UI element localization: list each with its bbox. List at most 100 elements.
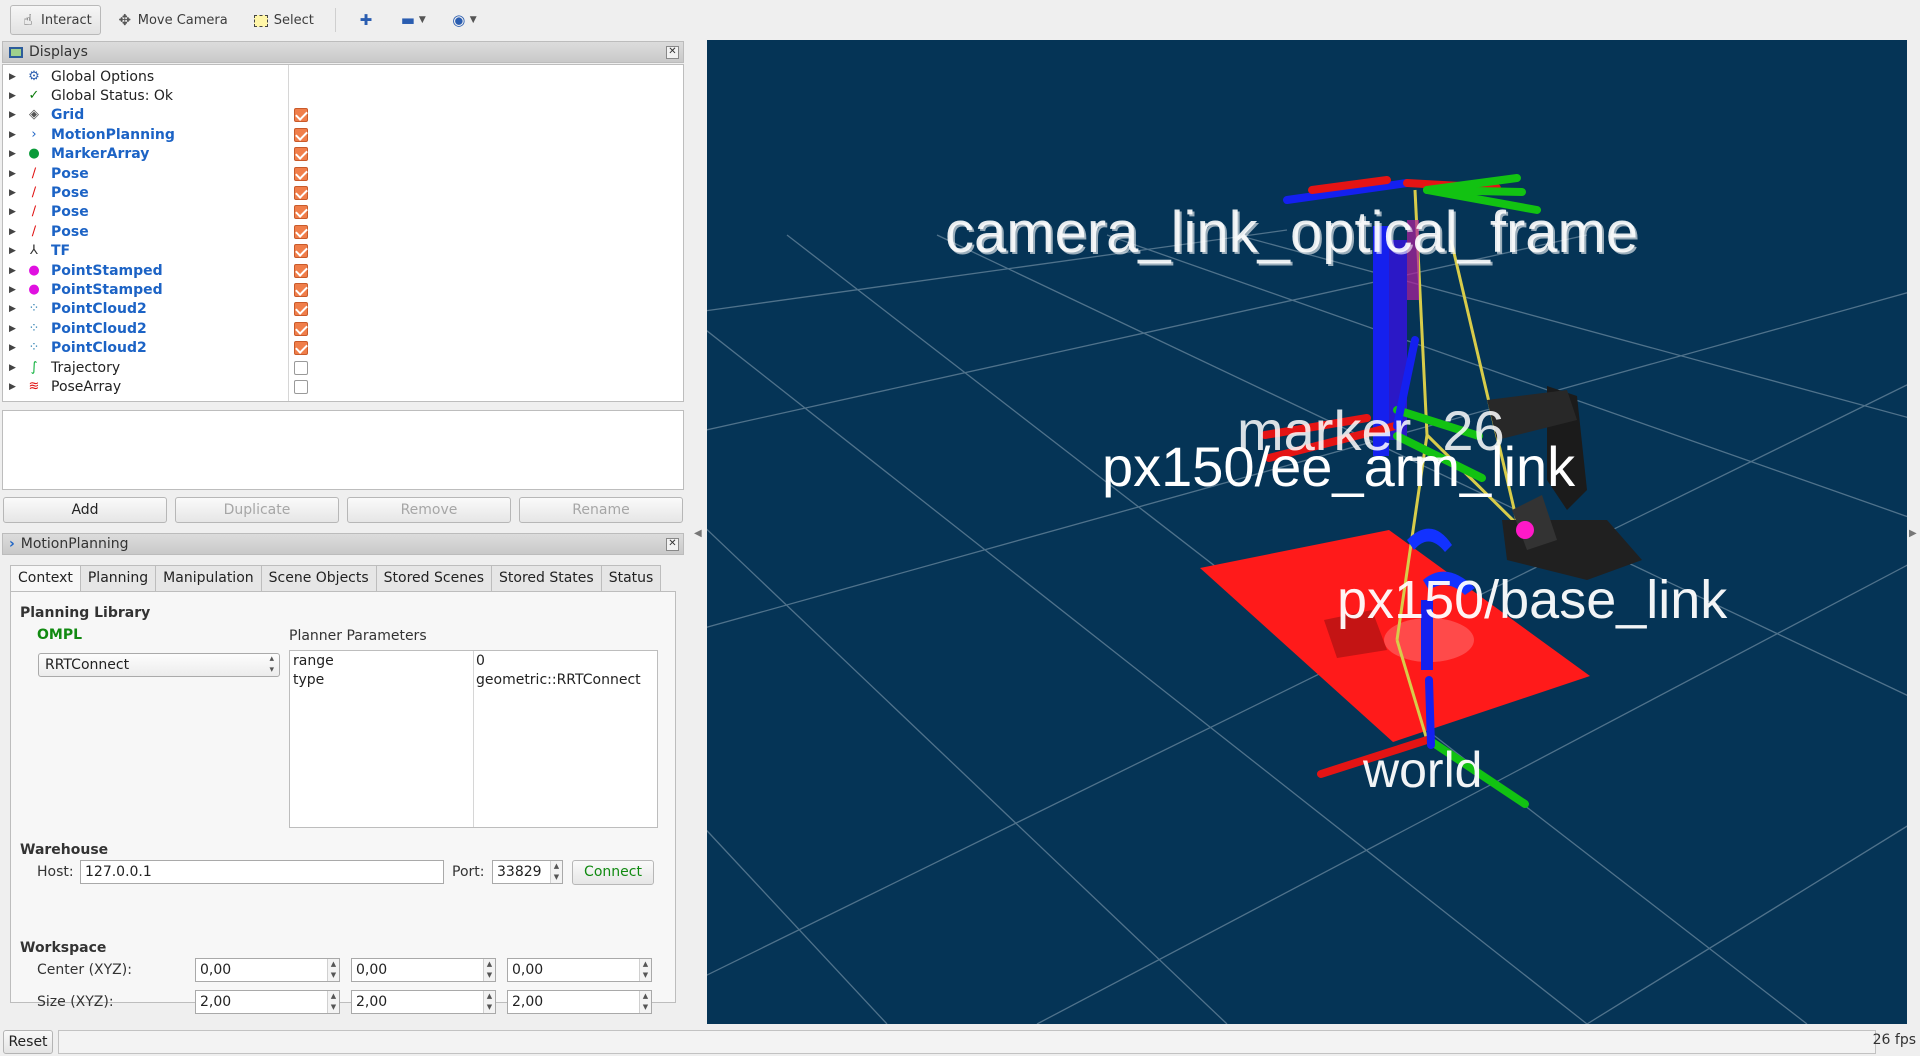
point-stamped-icon: ● <box>28 262 40 278</box>
remove-display-button[interactable]: Remove <box>347 497 511 523</box>
close-icon[interactable]: ✕ <box>666 46 679 59</box>
expand-right-arrow-icon[interactable]: ▶ <box>1909 528 1917 539</box>
size-y-input[interactable]: 2,00 ▲ ▼ <box>351 990 496 1014</box>
spinner-arrows-icon[interactable]: ▲ ▼ <box>639 959 651 981</box>
display-enabled-checkbox[interactable] <box>294 127 308 142</box>
camera-type-button[interactable]: ◉ ▼ <box>441 5 486 35</box>
param-value[interactable]: 0 <box>476 653 485 669</box>
display-enabled-checkbox[interactable] <box>294 185 308 200</box>
expand-arrow-icon[interactable]: ▶ <box>9 207 21 217</box>
expand-arrow-icon[interactable]: ▶ <box>9 149 21 159</box>
expand-arrow-icon[interactable]: ▶ <box>9 246 21 256</box>
expand-arrow-icon[interactable]: ▶ <box>9 285 21 295</box>
display-item-tf[interactable]: ▶ ⅄ TF <box>3 242 683 261</box>
center-y-input[interactable]: 0,00 ▲ ▼ <box>351 958 496 982</box>
display-enabled-checkbox[interactable] <box>294 166 308 181</box>
render-viewport[interactable]: camera_link_optical_frame camera_link_op… <box>707 40 1907 1024</box>
tab-stored-scenes[interactable]: Stored Scenes <box>375 565 492 591</box>
display-item-markerarray[interactable]: ▶ ● MarkerArray <box>3 145 683 164</box>
display-item-pointstamped[interactable]: ▶ ● PointStamped <box>3 261 683 280</box>
display-item-global-status-ok[interactable]: ▶ ✓ Global Status: Ok <box>3 86 683 105</box>
display-item-pose[interactable]: ▶ ∕ Pose <box>3 164 683 183</box>
display-item-global-options[interactable]: ▶ ⚙ Global Options <box>3 67 683 86</box>
tab-stored-states[interactable]: Stored States <box>491 565 602 591</box>
scene-3d[interactable]: camera_link_optical_frame camera_link_op… <box>707 40 1907 1024</box>
display-enabled-checkbox[interactable] <box>294 341 308 356</box>
expand-arrow-icon[interactable]: ▶ <box>9 324 21 334</box>
center-xyz-label: Center (XYZ): <box>37 962 132 978</box>
display-item-motionplanning[interactable]: ▶ › MotionPlanning <box>3 125 683 144</box>
expand-arrow-icon[interactable]: ▶ <box>9 363 21 373</box>
expand-arrow-icon[interactable]: ▶ <box>9 169 21 179</box>
display-enabled-checkbox[interactable] <box>294 360 308 375</box>
connect-button[interactable]: Connect <box>572 860 654 885</box>
display-item-trajectory[interactable]: ▶ ∫ Trajectory <box>3 358 683 377</box>
center-z-input[interactable]: 0,00 ▲ ▼ <box>507 958 652 982</box>
display-enabled-checkbox[interactable] <box>294 379 308 394</box>
display-enabled-checkbox[interactable] <box>294 147 308 162</box>
expand-arrow-icon[interactable]: ▶ <box>9 72 21 82</box>
display-enabled-checkbox[interactable] <box>294 108 308 123</box>
display-item-pose[interactable]: ▶ ∕ Pose <box>3 183 683 202</box>
spinner-arrows-icon[interactable]: ▲ ▼ <box>550 861 562 883</box>
param-value[interactable]: geometric::RRTConnect <box>476 672 641 688</box>
tab-status[interactable]: Status <box>600 565 662 591</box>
remove-tool-button[interactable]: ▬ ▼ <box>390 5 435 35</box>
close-icon[interactable]: ✕ <box>666 538 679 551</box>
display-enabled-checkbox[interactable] <box>294 205 308 220</box>
display-item-grid[interactable]: ▶ ◈ Grid <box>3 106 683 125</box>
planner-params-table[interactable]: range 0 type geometric::RRTConnect <box>289 650 658 828</box>
display-enabled-checkbox[interactable] <box>294 321 308 336</box>
display-item-pointcloud2[interactable]: ▶ ⁘ PointCloud2 <box>3 319 683 338</box>
add-tool-button[interactable]: ✚ <box>348 5 384 35</box>
expand-arrow-icon[interactable]: ▶ <box>9 266 21 276</box>
tab-context[interactable]: Context <box>10 565 81 592</box>
spinner-arrows-icon[interactable]: ▲ ▼ <box>483 991 495 1013</box>
size-x-input[interactable]: 2,00 ▲ ▼ <box>195 990 340 1014</box>
expand-arrow-icon[interactable]: ▶ <box>9 110 21 120</box>
center-x-input[interactable]: 0,00 ▲ ▼ <box>195 958 340 982</box>
interact-button[interactable]: ☝ Interact <box>10 5 101 35</box>
port-input[interactable]: 33829 ▲ ▼ <box>492 860 563 884</box>
size-z-input[interactable]: 2,00 ▲ ▼ <box>507 990 652 1014</box>
display-enabled-checkbox[interactable] <box>294 302 308 317</box>
expand-arrow-icon[interactable]: ▶ <box>9 91 21 101</box>
expand-arrow-icon[interactable]: ▶ <box>9 382 21 392</box>
expand-arrow-icon[interactable]: ▶ <box>9 343 21 353</box>
display-enabled-checkbox[interactable] <box>294 282 308 297</box>
move-camera-button[interactable]: ✥ Move Camera <box>107 5 237 35</box>
select-button[interactable]: Select <box>243 5 323 35</box>
rename-display-button[interactable]: Rename <box>519 497 683 523</box>
displays-tree[interactable]: ▶ ⚙ Global Options ▶ ✓ Global Status: Ok ▶ ◈ Gri… <box>2 64 684 402</box>
spinner-arrows-icon[interactable]: ▲ ▼ <box>327 959 339 981</box>
host-input[interactable]: 127.0.0.1 <box>80 860 444 884</box>
tab-planning[interactable]: Planning <box>79 565 157 591</box>
expand-arrow-icon[interactable]: ▶ <box>9 188 21 198</box>
display-item-pointstamped[interactable]: ▶ ● PointStamped <box>3 280 683 299</box>
spinner-arrows-icon[interactable]: ▲ ▼ <box>327 991 339 1013</box>
expand-arrow-icon[interactable]: ▶ <box>9 130 21 140</box>
center-x-value: 0,00 <box>200 962 232 978</box>
expand-arrow-icon[interactable]: ▶ <box>9 304 21 314</box>
planner-params-heading: Planner Parameters <box>289 628 427 644</box>
marker-array-icon: ● <box>28 146 40 162</box>
spinner-arrows-icon[interactable]: ▲ ▼ <box>483 959 495 981</box>
tab-scene-objects[interactable]: Scene Objects <box>260 565 377 591</box>
display-item-pointcloud2[interactable]: ▶ ⁘ PointCloud2 <box>3 300 683 319</box>
tab-manipulation[interactable]: Manipulation <box>155 565 262 591</box>
display-item-pose[interactable]: ▶ ∕ Pose <box>3 222 683 241</box>
display-enabled-checkbox[interactable] <box>294 224 308 239</box>
duplicate-display-button[interactable]: Duplicate <box>175 497 339 523</box>
context-tab-panel: Planning Library OMPL RRTConnect ▴ ▾ Plan… <box>10 591 676 1014</box>
expand-arrow-icon[interactable]: ▶ <box>9 227 21 237</box>
display-enabled-checkbox[interactable] <box>294 244 308 259</box>
display-item-pose[interactable]: ▶ ∕ Pose <box>3 203 683 222</box>
spinner-arrows-icon[interactable]: ▲ ▼ <box>639 991 651 1013</box>
reset-button[interactable]: Reset <box>3 1030 53 1054</box>
display-item-posearray[interactable]: ▶ ≋ PoseArray <box>3 377 683 396</box>
add-display-button[interactable]: Add <box>3 497 167 523</box>
display-enabled-checkbox[interactable] <box>294 263 308 278</box>
planner-select[interactable]: RRTConnect ▴ ▾ <box>38 653 280 677</box>
collapse-left-arrow-icon[interactable]: ◀ <box>694 528 702 539</box>
display-item-pointcloud2[interactable]: ▶ ⁘ PointCloud2 <box>3 339 683 358</box>
